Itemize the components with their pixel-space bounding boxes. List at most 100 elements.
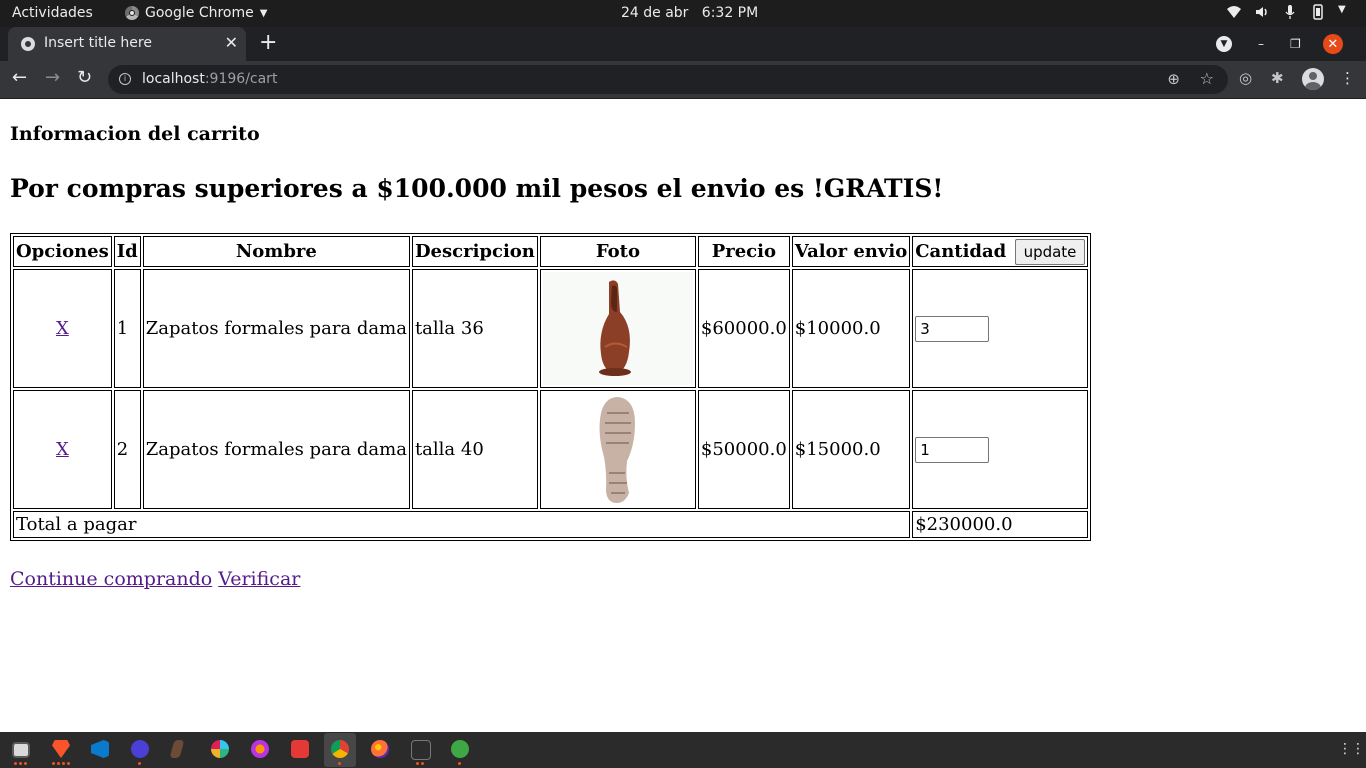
firefox-dev-icon[interactable] (251, 740, 269, 758)
cantidad-cell (912, 269, 1089, 388)
header-valor-envio: Valor envio (791, 236, 911, 267)
tab-search-icon[interactable]: ▼ (1216, 36, 1232, 52)
cart-table: Opciones Id Nombre Descripcion Foto Prec… (10, 233, 1092, 541)
cantidad-label: Cantidad (915, 240, 1007, 262)
new-tab-icon[interactable]: + (259, 30, 277, 55)
running-indicator (338, 762, 341, 765)
minimize-icon[interactable]: – (1258, 37, 1264, 51)
system-tray[interactable]: ▼ (1226, 4, 1354, 20)
zoom-icon[interactable]: ⊕ (1167, 70, 1180, 88)
nombre-cell: Zapatos formales para dama (142, 269, 410, 388)
tab-cart[interactable]: Insert title here ✕ (8, 27, 246, 61)
browser-toolbar: ← → ↻ i localhost:9196/cart ⊕ ☆ ◎ ✱ ⋮ (0, 61, 1366, 99)
remove-cell: X (13, 390, 112, 509)
profile-avatar[interactable] (1302, 68, 1324, 90)
table-header-row: Opciones Id Nombre Descripcion Foto Prec… (13, 236, 1089, 267)
vscode-icon[interactable] (91, 740, 109, 758)
reload-icon[interactable]: ↻ (77, 67, 92, 88)
cart-actions: Continue comprando Verificar (10, 568, 300, 590)
phone-icon (1310, 4, 1326, 20)
nombre-cell: Zapatos formales para dama (142, 390, 410, 509)
remove-item-link[interactable]: X (56, 439, 69, 460)
app-menu[interactable]: Google Chrome ▼ (125, 5, 267, 21)
remove-item-link[interactable]: X (56, 318, 69, 339)
product-photo-brown-heel (542, 272, 693, 385)
show-applications-icon[interactable]: ⋮⋮⋮ (1338, 741, 1366, 757)
product-photo-shoe-sole (542, 393, 693, 506)
eclipse-icon[interactable] (131, 740, 149, 758)
precio-cell: $50000.0 (697, 390, 790, 509)
extension-target-icon[interactable]: ◎ (1239, 69, 1252, 87)
total-value: $230000.0 (912, 511, 1089, 538)
continue-shopping-link[interactable]: Continue comprando (10, 568, 212, 590)
extensions-puzzle-icon[interactable]: ✱ (1271, 69, 1284, 87)
chrome-icon (125, 6, 139, 20)
table-row: X 1 Zapatos formales para dama talla 36 … (13, 269, 1089, 388)
valor-envio-cell: $10000.0 (791, 269, 911, 388)
inkscape-feather-icon[interactable] (169, 740, 185, 758)
foto-cell (539, 269, 696, 388)
header-id: Id (113, 236, 141, 267)
valor-envio-cell: $15000.0 (791, 390, 911, 509)
tab-title: Insert title here (44, 35, 152, 51)
forward-icon[interactable]: → (45, 67, 60, 88)
id-cell: 2 (113, 390, 141, 509)
spring-tools-icon[interactable] (451, 740, 469, 758)
firefox-icon[interactable] (371, 740, 389, 758)
header-cantidad: Cantidad update (912, 236, 1089, 267)
browser-tab-strip: Insert title here ✕ + ▼ – ❐ ✕ (0, 27, 1366, 61)
update-button[interactable]: update (1014, 238, 1086, 265)
total-row: Total a pagar $230000.0 (13, 511, 1089, 538)
cantidad-cell (912, 390, 1089, 509)
precio-cell: $60000.0 (697, 269, 790, 388)
header-opciones: Opciones (13, 236, 112, 267)
total-label: Total a pagar (13, 511, 911, 538)
verify-link[interactable]: Verificar (218, 568, 300, 590)
wifi-icon (1226, 4, 1242, 20)
power-menu-icon: ▼ (1338, 4, 1346, 15)
quantity-input[interactable] (915, 315, 990, 342)
activities-button[interactable]: Actividades (12, 5, 93, 21)
close-tab-icon[interactable]: ✕ (225, 33, 238, 52)
remove-cell: X (13, 269, 112, 388)
header-nombre: Nombre (142, 236, 410, 267)
url-text[interactable]: localhost:9196/cart (142, 71, 277, 87)
descripcion-cell: talla 40 (411, 390, 538, 509)
brave-icon[interactable] (52, 740, 70, 758)
volume-icon (1254, 4, 1270, 20)
terminal-icon[interactable] (411, 740, 431, 760)
microphone-icon (1282, 4, 1298, 20)
back-icon[interactable]: ← (12, 67, 27, 88)
globe-icon (21, 37, 35, 51)
header-precio: Precio (697, 236, 790, 267)
table-row: X 2 Zapatos formales para dama talla 40 … (13, 390, 1089, 509)
clock[interactable]: 24 de abr 6:32 PM (621, 5, 758, 21)
system-top-bar: Actividades Google Chrome ▼ 24 de abr 6:… (0, 0, 1366, 27)
chrome-dock-icon[interactable] (331, 740, 349, 758)
anydesk-icon[interactable] (291, 740, 309, 758)
running-indicator (138, 762, 141, 765)
bookmark-star-icon[interactable]: ☆ (1200, 69, 1214, 88)
running-indicator (416, 762, 424, 765)
running-indicator (52, 762, 70, 765)
promo-banner: Por compras superiores a $100.000 mil pe… (10, 174, 944, 203)
header-foto: Foto (539, 236, 696, 267)
page-content: Informacion del carrito Por compras supe… (0, 99, 1366, 732)
app-menu-label: Google Chrome (145, 5, 254, 21)
address-bar[interactable]: i localhost:9196/cart ⊕ ☆ (108, 65, 1228, 94)
header-descripcion: Descripcion (411, 236, 538, 267)
files-icon[interactable] (12, 742, 30, 758)
running-indicator (14, 762, 27, 765)
running-indicator (458, 762, 461, 765)
foto-cell (539, 390, 696, 509)
window-controls: – ❐ ✕ (1232, 27, 1343, 61)
quantity-input[interactable] (915, 436, 990, 463)
cart-heading: Informacion del carrito (10, 123, 260, 145)
menu-kebab-icon[interactable]: ⋮ (1340, 69, 1355, 87)
slack-icon[interactable] (211, 740, 229, 758)
caret-down-icon: ▼ (259, 7, 268, 19)
restore-icon[interactable]: ❐ (1290, 37, 1301, 51)
descripcion-cell: talla 36 (411, 269, 538, 388)
close-window-icon[interactable]: ✕ (1322, 34, 1343, 54)
info-icon[interactable]: i (119, 73, 131, 85)
